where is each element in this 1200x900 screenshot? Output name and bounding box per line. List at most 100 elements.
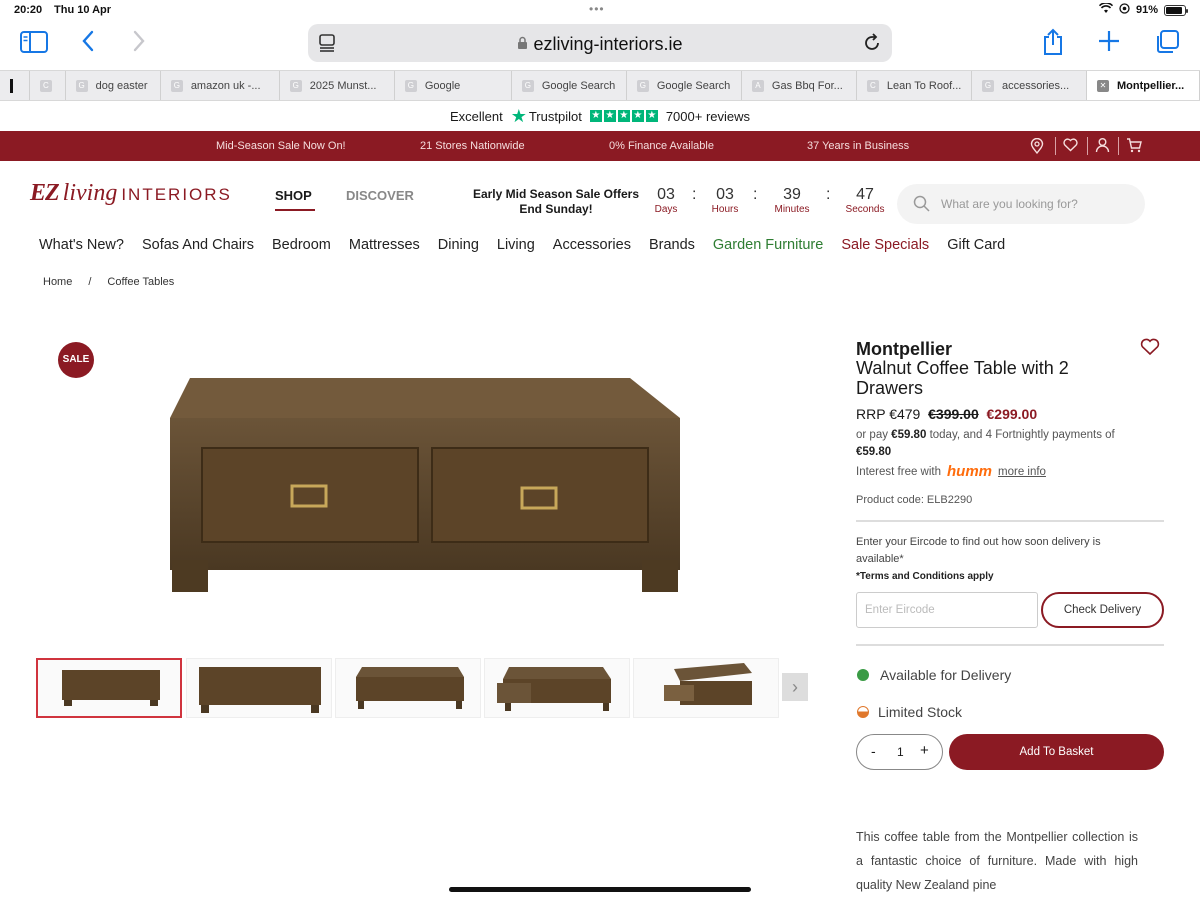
share-icon[interactable] (1040, 28, 1066, 62)
countdown-seconds-num: 47 (856, 186, 874, 203)
terms-text[interactable]: *Terms and Conditions apply (856, 571, 994, 582)
nav-shop[interactable]: SHOP (275, 188, 315, 211)
back-icon[interactable] (76, 29, 100, 59)
tab-label: Lean To Roof... (886, 79, 962, 92)
cat-brands[interactable]: Brands (649, 237, 695, 253)
pay-suffix: today, and 4 Fortnightly payments of (929, 429, 1115, 441)
nav-shop-label: SHOP (275, 188, 312, 203)
tab-favicon-icon: G (404, 79, 417, 92)
countdown-minutes-label: Minutes (774, 204, 810, 215)
sidebar-icon[interactable] (20, 29, 48, 59)
quantity-value[interactable]: 1 (897, 745, 904, 759)
cat-mattresses[interactable]: Mattresses (349, 237, 420, 253)
breadcrumb-home[interactable]: Home (43, 276, 72, 288)
add-to-basket-button[interactable]: Add To Basket (949, 734, 1164, 770)
thumbnail-next-chevron-icon[interactable]: › (782, 673, 808, 701)
battery-icon (1164, 4, 1188, 16)
quantity-minus-button[interactable]: - (871, 743, 876, 759)
browser-tab[interactable] (0, 71, 30, 100)
product-code: Product code: ELB2290 (856, 494, 973, 506)
browser-tab[interactable]: G Google (395, 71, 512, 100)
cat-whats-new[interactable]: What's New? (39, 237, 124, 253)
product-thumbnail[interactable] (633, 658, 779, 718)
lock-icon (517, 34, 533, 54)
price-line: RRP €479 €399.00 €299.00 (856, 406, 1037, 422)
browser-tab[interactable]: Gamazon uk -... (161, 71, 280, 100)
browser-tab[interactable]: A Gas Bbq For... (742, 71, 857, 100)
cat-garden-furniture[interactable]: Garden Furniture (713, 237, 823, 253)
check-delivery-button[interactable]: Check Delivery (1041, 592, 1164, 628)
multitasking-dots-icon[interactable]: ••• (589, 2, 605, 16)
eircode-placeholder: Enter Eircode (865, 604, 935, 616)
quantity-plus-button[interactable]: + (920, 742, 929, 759)
finance-text: or pay €59.80 today, and 4 Fortnightly p… (856, 427, 1151, 461)
location-icon (1119, 3, 1130, 17)
site-logo[interactable]: EZ living INTERIORS (30, 180, 232, 207)
browser-tab[interactable]: C (30, 71, 66, 100)
cat-sofas-and-chairs[interactable]: Sofas And Chairs (142, 237, 254, 253)
search-icon (913, 195, 930, 217)
product-title-line-3: Drawers (856, 378, 924, 398)
promo-item[interactable]: 0% Finance Available (609, 140, 714, 152)
cat-bedroom[interactable]: Bedroom (272, 237, 331, 253)
product-thumbnail[interactable] (36, 658, 182, 718)
close-tab-icon[interactable]: ✕ (1096, 79, 1109, 92)
sale-offer-text: Early Mid Season Sale Offers End Sunday! (456, 187, 656, 217)
category-nav: What's New? Sofas And Chairs Bedroom Mat… (39, 237, 1005, 253)
eircode-input[interactable]: Enter Eircode (856, 592, 1038, 628)
store-locator-icon[interactable] (1030, 137, 1044, 157)
tab-label: 2025 Munst... (309, 79, 377, 92)
search-input[interactable]: What are you looking for? (897, 184, 1145, 224)
availability-text: Available for Delivery (880, 667, 1012, 683)
promo-item[interactable]: 37 Years in Business (807, 140, 909, 152)
browser-tab[interactable]: C Lean To Roof... (857, 71, 972, 100)
was-price: €399.00 (928, 406, 979, 422)
address-bar[interactable]: ezliving-interiors.ie (308, 24, 892, 62)
browser-tab[interactable]: G 2025 Munst... (280, 71, 395, 100)
product-title-line-2: Walnut Coffee Table with 2 (856, 358, 1069, 378)
nav-discover[interactable]: DISCOVER (346, 188, 414, 203)
tab-label: Gas Bbq For... (771, 79, 843, 92)
logo-ez: EZ (30, 180, 60, 206)
product-thumbnail[interactable] (186, 658, 332, 718)
tab-label: Montpellier... (1116, 79, 1185, 92)
tab-overview-icon[interactable] (1153, 29, 1181, 61)
trustpilot-stars: ★ ★ ★ ★ ★ (589, 110, 658, 122)
forward-icon[interactable] (127, 29, 151, 59)
breadcrumb-current[interactable]: Coffee Tables (107, 276, 174, 288)
product-description: This coffee table from the Montpellier c… (856, 830, 1138, 892)
more-info-link[interactable]: more info (998, 466, 1046, 478)
product-thumbnail[interactable] (335, 658, 481, 718)
browser-tab[interactable]: G Google Search (627, 71, 742, 100)
product-thumbnail[interactable] (484, 658, 630, 718)
browser-tab[interactable]: Gaccessories... (972, 71, 1087, 100)
basket-icon[interactable] (1126, 138, 1142, 156)
cat-living[interactable]: Living (497, 237, 535, 253)
pay-fortnightly: €59.80 (856, 446, 892, 458)
wishlist-icon[interactable] (1063, 138, 1078, 155)
account-icon[interactable] (1095, 137, 1110, 156)
tab-favicon-icon: G (75, 79, 88, 92)
interest-free-text: Interest free with (856, 465, 942, 478)
stock-text: Limited Stock (878, 704, 963, 720)
cat-dining[interactable]: Dining (438, 237, 479, 253)
trustpilot-star-icon: ★ (510, 105, 527, 126)
browser-tab[interactable]: G Google Search (512, 71, 627, 100)
trustpilot-rating-word: Excellent (449, 108, 503, 124)
new-tab-icon[interactable] (1096, 29, 1122, 59)
wishlist-heart-icon[interactable] (1140, 338, 1160, 361)
promo-item[interactable]: 21 Stores Nationwide (420, 140, 525, 152)
cat-sale-specials[interactable]: Sale Specials (841, 237, 929, 253)
countdown-hours: 03 Hours (705, 186, 745, 215)
tab-active[interactable]: ✕ Montpellier... (1086, 71, 1200, 100)
cat-gift-card[interactable]: Gift Card (947, 237, 1005, 253)
promo-item[interactable]: Mid-Season Sale Now On! (216, 140, 346, 152)
reload-icon[interactable] (862, 33, 882, 58)
tab-favicon-icon: G (636, 79, 649, 92)
trustpilot-bar[interactable]: Excellent ★ Trustpilot ★ ★ ★ ★ ★ 7000+ revie… (0, 101, 1200, 131)
product-main-image[interactable] (160, 370, 690, 605)
cat-accessories[interactable]: Accessories (553, 237, 631, 253)
browser-tab[interactable]: Gdog easter (66, 71, 161, 100)
quantity-stepper[interactable]: - 1 + (856, 734, 943, 770)
home-indicator[interactable] (449, 887, 751, 892)
